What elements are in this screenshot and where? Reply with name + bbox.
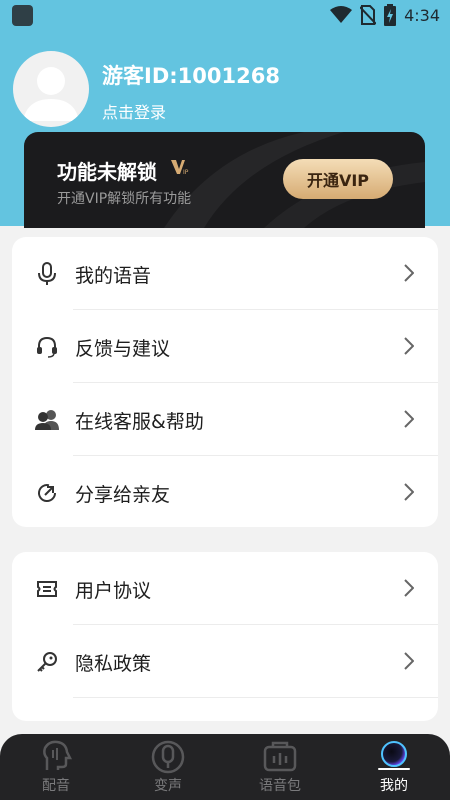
menu-item-label: 隐私政策 bbox=[75, 653, 152, 675]
menu-item-label: 分享给亲友 bbox=[75, 484, 171, 506]
tab-label: 我的 bbox=[380, 778, 408, 794]
status-bar: 4:34 bbox=[0, 0, 450, 30]
menu-item-label: 在线客服&帮助 bbox=[75, 411, 204, 433]
status-icons: 4:34 bbox=[330, 4, 440, 26]
menu-item-label: 反馈与建议 bbox=[75, 338, 171, 360]
battery-charging-icon bbox=[384, 4, 397, 26]
menu-item-user-agreement[interactable]: 用户协议 bbox=[12, 552, 438, 625]
headset-icon bbox=[34, 334, 60, 360]
user-id: 游客ID:1001268 bbox=[102, 64, 280, 88]
menu-item-label: 我的语音 bbox=[75, 265, 152, 287]
active-tab-indicator bbox=[378, 768, 410, 770]
chevron-right-icon bbox=[404, 652, 414, 670]
tab-dub[interactable]: 配音 bbox=[0, 734, 112, 800]
tab-label: 配音 bbox=[42, 778, 70, 794]
voice-change-icon bbox=[151, 740, 185, 774]
chevron-right-icon bbox=[404, 337, 414, 355]
ticket-icon bbox=[34, 576, 60, 602]
menu-item-share[interactable]: 分享给亲友 bbox=[12, 456, 438, 529]
avatar[interactable] bbox=[13, 51, 89, 127]
menu-item-online-support[interactable]: 在线客服&帮助 bbox=[12, 383, 438, 456]
svg-text:IP: IP bbox=[183, 169, 189, 175]
profile-orb-icon bbox=[381, 741, 407, 767]
divider bbox=[73, 697, 438, 698]
chevron-right-icon bbox=[404, 579, 414, 597]
status-time: 4:34 bbox=[404, 5, 440, 25]
menu-item-privacy-policy[interactable]: 隐私政策 bbox=[12, 625, 438, 698]
share-icon bbox=[34, 480, 60, 506]
menu-item-my-voice[interactable]: 我的语音 bbox=[12, 237, 438, 310]
profile-header: 游客ID:1001268 点击登录 功能未解锁 IP 开通VIP解锁所有功能 开… bbox=[0, 30, 450, 228]
login-link[interactable]: 点击登录 bbox=[102, 99, 166, 123]
menu-card-legal: 用户协议 隐私政策 bbox=[12, 552, 438, 721]
vip-subtitle: 开通VIP解锁所有功能 bbox=[57, 191, 192, 207]
bottom-tab-bar: 配音 变声 语音包 我的 bbox=[0, 734, 450, 800]
app-notification-icon bbox=[12, 5, 33, 26]
tab-label: 变声 bbox=[154, 778, 182, 794]
vip-badge-icon: IP bbox=[171, 160, 189, 175]
tab-voice-pack[interactable]: 语音包 bbox=[224, 734, 336, 800]
menu-item-feedback[interactable]: 反馈与建议 bbox=[12, 310, 438, 383]
microphone-icon bbox=[34, 261, 60, 287]
menu-item-label: 用户协议 bbox=[75, 580, 152, 602]
dub-icon bbox=[43, 740, 73, 770]
voice-pack-icon bbox=[263, 741, 297, 772]
wifi-icon bbox=[330, 6, 353, 23]
menu-card-main: 我的语音 反馈与建议 在线客服&帮助 分享给亲友 bbox=[12, 237, 438, 527]
default-avatar-icon bbox=[23, 67, 79, 121]
key-icon bbox=[34, 649, 60, 675]
open-vip-button[interactable]: 开通VIP bbox=[283, 159, 393, 199]
chevron-right-icon bbox=[404, 483, 414, 501]
no-sim-icon bbox=[360, 5, 377, 25]
users-icon bbox=[34, 407, 60, 433]
chevron-right-icon bbox=[404, 264, 414, 282]
vip-card[interactable]: 功能未解锁 IP 开通VIP解锁所有功能 开通VIP bbox=[24, 132, 425, 228]
tab-label: 语音包 bbox=[259, 778, 301, 794]
tab-voice-change[interactable]: 变声 bbox=[112, 734, 224, 800]
vip-title: 功能未解锁 bbox=[57, 160, 157, 184]
chevron-right-icon bbox=[404, 410, 414, 428]
tab-mine[interactable]: 我的 bbox=[338, 734, 450, 800]
